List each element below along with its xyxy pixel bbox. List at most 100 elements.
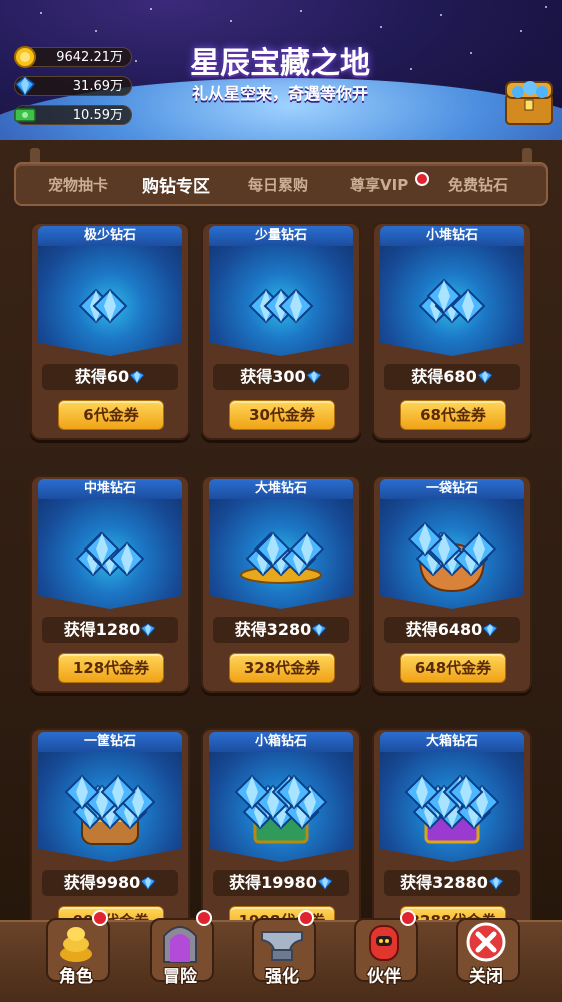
buy-button[interactable]: 30代金券 [229,400,335,430]
pack-amount: 60 [106,367,130,386]
nav-badge [196,910,212,926]
buy-button[interactable]: 68代金券 [400,400,506,430]
diamond-icon [140,872,157,890]
diamond-pile-icon [209,531,353,609]
nav-badge [92,910,108,926]
pack-gain: 获得680 [384,364,520,390]
diamond-icon [476,366,493,384]
nav-label: 伙伴 [367,967,401,987]
diamond-pack-card[interactable]: 极少钻石获得60 6代金券 [30,222,190,440]
pack-amount: 19980 [261,873,317,892]
header-banner: 星辰宝藏之地 礼从星空来，奇遇等你开 9642.21万 31.69万 10.59… [0,0,562,150]
pack-gain: 获得3280 [213,617,349,643]
treasure-chest-icon [505,81,553,125]
pack-gain: 获得300 [213,364,349,390]
pack-artwork [38,752,182,862]
vip-notification-badge [415,172,429,186]
diamond-icon [317,872,333,890]
cash-icon [14,108,36,122]
diamond-icon [488,872,504,890]
diamond-icon [305,366,322,384]
cash-value: 10.59万 [72,108,123,123]
portal-icon [163,926,197,963]
pack-title: 一筐钻石 [38,732,182,752]
pack-artwork [209,499,353,609]
pack-amount: 32880 [432,873,488,892]
pack-amount: 680 [443,367,477,386]
diamond-pile-icon [380,278,524,356]
coin-icon [14,46,36,68]
tab-pet-gacha[interactable]: 宠物抽卡 [48,174,108,195]
pack-artwork [380,752,524,862]
close-icon [466,922,506,962]
pack-amount: 6480 [437,620,483,639]
gain-prefix: 获得 [400,873,433,892]
pack-artwork [209,246,353,356]
cash-counter: 10.59万 [14,105,132,125]
buy-button[interactable]: 6代金券 [58,400,164,430]
pack-amount: 3280 [266,620,312,639]
diamond-pile-icon [38,774,182,862]
diamond-pack-card[interactable]: 大堆钻石获得3280 328代金券 [201,475,361,693]
gain-prefix: 获得 [411,367,444,386]
gain-prefix: 获得 [240,367,273,386]
pack-artwork [209,752,353,862]
nav-character[interactable]: 角色 [38,910,114,998]
diamond-pile-icon [380,521,524,609]
page-title: 星辰宝藏之地 [190,46,370,81]
nav-label: 冒险 [163,967,197,987]
buy-button[interactable]: 128代金券 [58,653,164,683]
diamond-icon [14,76,36,97]
anvil-icon [261,931,303,961]
diamond-pile-icon [209,288,353,356]
diamond-icon [482,619,499,637]
pack-gain: 获得32880 [384,870,520,896]
pack-title: 小箱钻石 [209,732,353,752]
diamond-icon [140,619,157,637]
nav-badge [298,910,314,926]
nav-badge [400,910,416,926]
nav-enhance[interactable]: 强化 [244,910,320,998]
pack-amount: 1280 [95,620,141,639]
nav-adventure[interactable]: 冒险 [142,910,218,998]
gain-prefix: 获得 [234,620,267,639]
coin-value: 9642.21万 [56,50,123,65]
pack-amount: 300 [272,367,306,386]
coin-counter: 9642.21万 [14,46,132,68]
diamond-pile-icon [38,288,182,356]
diamond-pile-icon [38,531,182,609]
diamond-pack-card[interactable]: 少量钻石 获得300 30代金券 [201,222,361,440]
nav-label: 角色 [59,967,93,987]
diamond-icon [311,619,328,637]
companion-icon [369,925,399,961]
gain-prefix: 获得 [405,620,438,639]
pack-gain: 获得6480 [384,617,520,643]
nav-companion[interactable]: 伙伴 [346,910,422,998]
pack-title: 大堆钻石 [209,479,353,499]
gain-prefix: 获得 [74,367,107,386]
diamond-pack-card[interactable]: 中堆钻石 获得1280 128代金券 [30,475,190,693]
nav-close[interactable]: 关闭 [448,912,524,998]
buy-button[interactable]: 648代金券 [400,653,506,683]
pack-artwork [380,246,524,356]
pack-title: 小堆钻石 [380,226,524,246]
diamond-value: 31.69万 [72,79,123,94]
buy-button[interactable]: 328代金券 [229,653,335,683]
character-icon [60,927,92,962]
diamond-icon [129,366,145,384]
pack-title: 极少钻石 [38,226,182,246]
diamond-pack-card[interactable]: 小堆钻石获得680 68代金券 [372,222,532,440]
pack-title: 大箱钻石 [380,732,524,752]
pack-gain: 获得9980 [42,870,178,896]
tab-vip[interactable]: 尊享VIP [350,174,408,195]
diamond-counter: 31.69万 [14,76,132,97]
tab-bar: 宠物抽卡 购钻专区 每日累购 尊享VIP 免费钻石 [14,162,548,206]
tab-free-diamonds[interactable]: 免费钻石 [448,174,508,195]
tab-daily-cumulative[interactable]: 每日累购 [248,174,308,195]
gain-prefix: 获得 [229,873,262,892]
pack-gain: 获得60 [42,364,178,390]
tab-buy-diamonds[interactable]: 购钻专区 [142,172,210,197]
gain-prefix: 获得 [63,620,96,639]
pack-gain: 获得19980 [213,870,349,896]
diamond-pack-card[interactable]: 一袋钻石 获得6480 648代金券 [372,475,532,693]
